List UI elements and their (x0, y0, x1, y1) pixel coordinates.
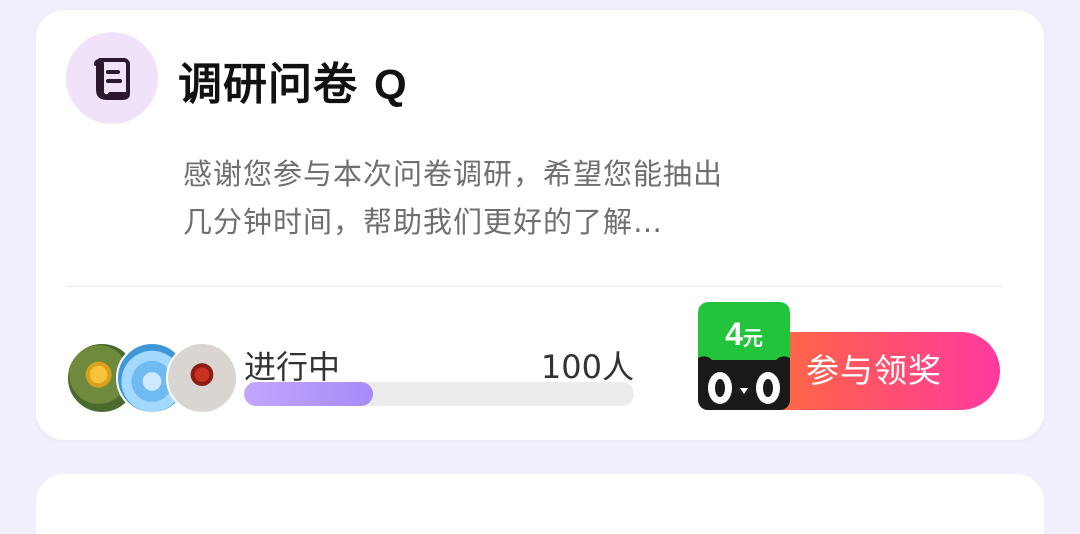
divider (66, 286, 1002, 287)
reward-amount-unit: 元 (742, 328, 763, 350)
survey-title-suffix: Q (374, 61, 407, 108)
claim-reward-label: 参与领奖 (806, 351, 942, 390)
red-figure-avatar (166, 342, 238, 414)
participant-avatars (66, 342, 246, 414)
progress-fill (244, 382, 373, 406)
reward-amount-number: 4 (725, 316, 743, 352)
reward-amount: 4元 (698, 316, 790, 353)
reward-badge: 4元 (698, 302, 790, 410)
next-survey-card[interactable] (36, 474, 1044, 534)
survey-description: 感谢您参与本次问卷调研，希望您能抽出几分钟时间，帮助我们更好的了解… (183, 157, 724, 239)
survey-card[interactable]: 调研问卷 Q 感谢您参与本次问卷调研，希望您能抽出几分钟时间，帮助我们更好的了解… (36, 10, 1044, 440)
survey-title: 调研问卷 (178, 59, 358, 110)
survey-title-row: 调研问卷 Q (178, 48, 407, 112)
cat-face-icon (708, 372, 780, 404)
survey-icon-badge (66, 32, 158, 124)
document-scroll-icon (94, 58, 130, 100)
progress-bar (244, 382, 634, 406)
